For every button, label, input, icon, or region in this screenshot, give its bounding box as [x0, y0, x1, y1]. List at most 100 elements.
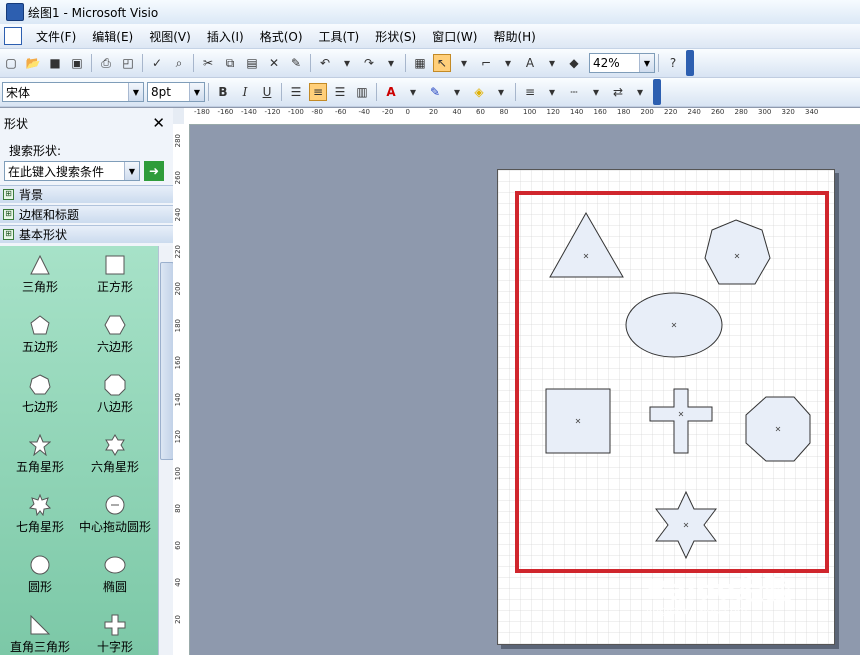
- shape-master-label: 七边形: [21, 400, 58, 414]
- shapes-panel-title: 形状: [4, 116, 29, 131]
- menu-edit[interactable]: 编辑(E): [84, 28, 141, 45]
- delete-icon[interactable]: ✕: [265, 54, 283, 72]
- line-pattern-icon[interactable]: ┄: [565, 83, 583, 101]
- bold-button[interactable]: B: [214, 83, 232, 101]
- cut-icon[interactable]: ✂: [199, 54, 217, 72]
- heptagon-shape[interactable]: [704, 219, 771, 285]
- copy-icon[interactable]: ⧉: [221, 54, 239, 72]
- chevron-down-icon[interactable]: ▼: [124, 162, 139, 180]
- shape-master-5-point-star[interactable]: 五角星形: [0, 434, 80, 475]
- italic-button[interactable]: I: [236, 83, 254, 101]
- toolbar-options-handle[interactable]: [653, 79, 661, 105]
- save-icon[interactable]: ■: [46, 54, 64, 72]
- font-color-dropdown-icon[interactable]: ▾: [404, 83, 422, 101]
- new-icon[interactable]: ▢: [2, 54, 20, 72]
- toolbar-separator: [515, 83, 516, 101]
- line-weight-dropdown-icon[interactable]: ▾: [543, 83, 561, 101]
- search-input[interactable]: 在此键入搜索条件 ▼: [4, 161, 140, 181]
- stencil-basic-shapes[interactable]: ⊞ 基本形状: [0, 225, 173, 243]
- shape-master-ellipse[interactable]: 椭圆: [75, 554, 155, 595]
- pointer-tool-icon[interactable]: ↖: [433, 54, 451, 72]
- toolbar-separator: [658, 54, 659, 72]
- seven-point-star-icon: [29, 494, 51, 516]
- font-color-icon[interactable]: A: [382, 83, 400, 101]
- line-pattern-dropdown-icon[interactable]: ▾: [587, 83, 605, 101]
- ruler-label: 100: [174, 467, 182, 481]
- vertical-text-icon[interactable]: ▥: [353, 83, 371, 101]
- ruler-label: 140: [174, 393, 182, 407]
- shape-master-triangle[interactable]: 三角形: [0, 254, 80, 295]
- menu-view[interactable]: 视图(V): [141, 28, 199, 45]
- shape-master-6-point-star[interactable]: 六角星形: [75, 434, 155, 475]
- line-color-dropdown-icon[interactable]: ▾: [448, 83, 466, 101]
- document-icon[interactable]: [4, 27, 22, 45]
- spelling-icon[interactable]: ✓: [148, 54, 166, 72]
- menu-insert[interactable]: 插入(I): [199, 28, 252, 45]
- search-go-button[interactable]: ➜: [144, 161, 164, 181]
- stencil-icon[interactable]: ◆: [565, 54, 583, 72]
- shape-grid-scrollbar[interactable]: [158, 246, 174, 655]
- menu-window[interactable]: 窗口(W): [424, 28, 485, 45]
- line-ends-dropdown-icon[interactable]: ▾: [631, 83, 649, 101]
- print-icon[interactable]: ⎙: [97, 54, 115, 72]
- stencil-borders-titles[interactable]: ⊞ 边框和标题: [0, 205, 173, 223]
- toolbar-separator: [142, 54, 143, 72]
- chevron-down-icon[interactable]: ▼: [189, 83, 204, 101]
- menu-file[interactable]: 文件(F): [28, 28, 84, 45]
- circle-icon: [29, 554, 51, 576]
- toolbar-options-handle[interactable]: [686, 50, 694, 76]
- menu-help[interactable]: 帮助(H): [485, 28, 543, 45]
- shape-master-pentagon[interactable]: 五边形: [0, 314, 80, 355]
- line-color-icon[interactable]: ✎: [426, 83, 444, 101]
- research-icon[interactable]: ⌕: [170, 54, 188, 72]
- align-right-icon[interactable]: ☰: [331, 83, 349, 101]
- print-preview-icon[interactable]: ◰: [119, 54, 137, 72]
- scrollbar-thumb[interactable]: [160, 262, 174, 460]
- permission-icon[interactable]: ▣: [68, 54, 86, 72]
- pointer-dropdown-icon[interactable]: ▾: [455, 54, 473, 72]
- help-icon[interactable]: ?: [664, 54, 682, 72]
- align-left-icon[interactable]: ☰: [287, 83, 305, 101]
- shape-master-heptagon[interactable]: 七边形: [0, 374, 80, 415]
- shape-master-circle[interactable]: 圆形: [0, 554, 80, 595]
- shape-master-cross[interactable]: 十字形: [75, 614, 155, 655]
- font-size-select[interactable]: 8pt ▼: [147, 82, 205, 102]
- shape-master-hexagon[interactable]: 六边形: [75, 314, 155, 355]
- shapes-window-icon[interactable]: ▦: [411, 54, 429, 72]
- shape-master-right-triangle[interactable]: 直角三角形: [0, 614, 80, 655]
- connector-tool-icon[interactable]: ⌐: [477, 54, 495, 72]
- menu-format[interactable]: 格式(O): [252, 28, 311, 45]
- line-ends-icon[interactable]: ⇄: [609, 83, 627, 101]
- font-select[interactable]: 宋体 ▼: [2, 82, 144, 102]
- zoom-select[interactable]: 42% ▼: [589, 53, 655, 73]
- text-tool-icon[interactable]: A: [521, 54, 539, 72]
- ruler-label: -140: [241, 108, 257, 116]
- close-icon[interactable]: ✕: [152, 114, 165, 132]
- stencil-background[interactable]: ⊞ 背景: [0, 185, 173, 203]
- menu-tools[interactable]: 工具(T): [311, 28, 368, 45]
- text-dropdown-icon[interactable]: ▾: [543, 54, 561, 72]
- align-center-icon[interactable]: ≡: [309, 83, 327, 101]
- shape-master-7-point-star[interactable]: 七角星形: [0, 494, 80, 535]
- paste-icon[interactable]: ▤: [243, 54, 261, 72]
- format-painter-icon[interactable]: ✎: [287, 54, 305, 72]
- shape-master-label: 椭圆: [102, 580, 127, 594]
- undo-icon[interactable]: ↶: [316, 54, 334, 72]
- chevron-down-icon[interactable]: ▼: [128, 83, 143, 101]
- shape-master-center-drag-circle[interactable]: 中心拖动圆形: [75, 494, 155, 535]
- menu-shapes[interactable]: 形状(S): [367, 28, 424, 45]
- fill-color-icon[interactable]: ◈: [470, 83, 488, 101]
- undo-dropdown-icon[interactable]: ▾: [338, 54, 356, 72]
- open-folder-icon[interactable]: 📂: [24, 54, 42, 72]
- triangle-icon: [29, 254, 51, 276]
- shape-master-square[interactable]: 正方形: [75, 254, 155, 295]
- connector-dropdown-icon[interactable]: ▾: [499, 54, 517, 72]
- underline-button[interactable]: U: [258, 83, 276, 101]
- ruler-label: 320: [781, 108, 795, 116]
- fill-color-dropdown-icon[interactable]: ▾: [492, 83, 510, 101]
- redo-dropdown-icon[interactable]: ▾: [382, 54, 400, 72]
- shape-master-octagon[interactable]: 八边形: [75, 374, 155, 415]
- line-weight-icon[interactable]: ≡: [521, 83, 539, 101]
- chevron-down-icon[interactable]: ▼: [639, 54, 654, 72]
- redo-icon[interactable]: ↷: [360, 54, 378, 72]
